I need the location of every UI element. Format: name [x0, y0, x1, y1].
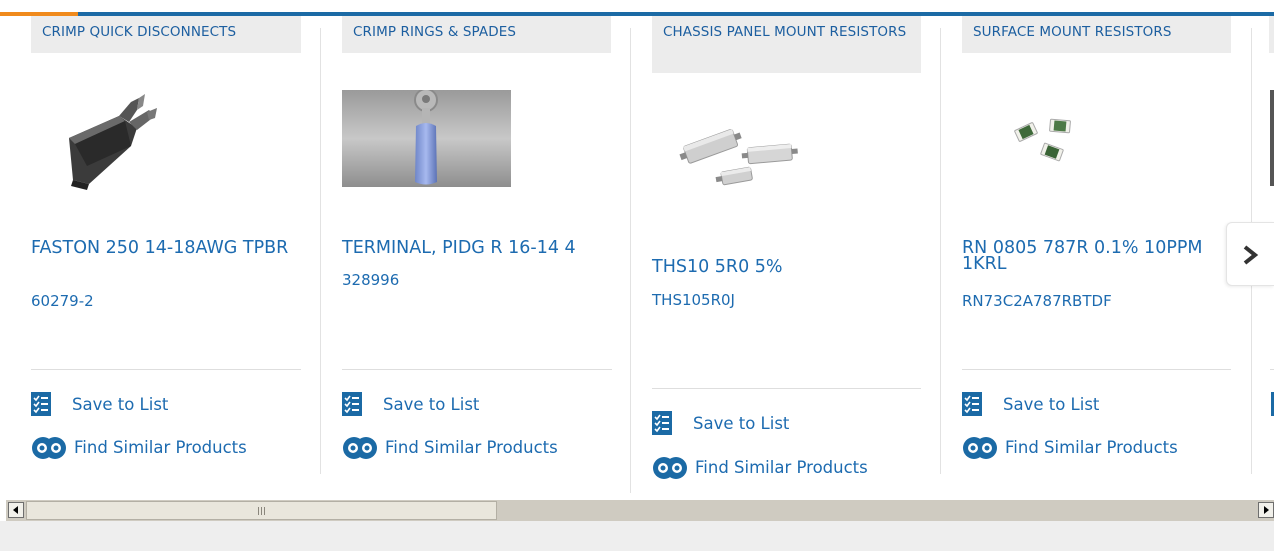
- product-card: SURFACE MOUNT RESISTORS RN 0805 787R 0.1…: [962, 16, 1232, 486]
- page-footer-area: [0, 521, 1274, 551]
- category-label[interactable]: CRIMP RINGS & SPADES: [342, 16, 611, 53]
- find-label: Find Similar Products: [1005, 437, 1178, 457]
- column-divider: [940, 28, 941, 474]
- separator: [962, 369, 1231, 370]
- scroll-thumb[interactable]: [26, 501, 497, 520]
- partial-card-separator: [1270, 369, 1274, 370]
- save-label: Save to List: [1003, 394, 1100, 414]
- save-label: Save to List: [72, 394, 169, 414]
- scroll-left-button[interactable]: [8, 502, 24, 518]
- triangle-left-icon: [13, 506, 18, 514]
- find-label: Find Similar Products: [385, 437, 558, 457]
- find-label: Find Similar Products: [74, 437, 247, 457]
- partial-card-category: [1269, 16, 1274, 53]
- part-number[interactable]: 328996: [342, 272, 399, 288]
- save-to-list-button[interactable]: Save to List: [342, 392, 479, 416]
- part-number[interactable]: THS105R0J: [652, 292, 735, 308]
- save-label: Save to List: [693, 413, 790, 433]
- grip-icon: [258, 507, 265, 515]
- save-to-list-button[interactable]: Save to List: [31, 392, 168, 416]
- binoculars-icon: [32, 437, 66, 459]
- find-label: Find Similar Products: [695, 457, 868, 477]
- save-to-list-button[interactable]: Save to List: [962, 392, 1099, 416]
- smd-resistors-image[interactable]: [1012, 116, 1082, 166]
- separator: [31, 369, 301, 370]
- category-label[interactable]: CHASSIS PANEL MOUNT RESISTORS: [652, 16, 921, 73]
- binoculars-icon: [963, 437, 997, 459]
- product-card: CRIMP QUICK DISCONNECTS FASTON 250 14-18…: [31, 16, 301, 486]
- product-card: CRIMP RINGS & SPADES TERMINAL, PIDG R 16…: [342, 16, 612, 486]
- column-divider: [320, 28, 321, 474]
- chevron-right-icon: [1243, 245, 1259, 265]
- separator: [342, 369, 612, 370]
- product-card: CHASSIS PANEL MOUNT RESISTORS THS10 5R0 …: [652, 16, 922, 496]
- find-similar-products-button[interactable]: Find Similar Products: [962, 434, 1178, 460]
- category-label[interactable]: SURFACE MOUNT RESISTORS: [962, 16, 1231, 53]
- horizontal-scrollbar[interactable]: [6, 500, 1274, 521]
- chassis-resistors-image[interactable]: [674, 116, 800, 196]
- find-similar-products-button[interactable]: Find Similar Products: [652, 454, 868, 480]
- checklist-icon: [652, 411, 672, 435]
- product-title[interactable]: THS10 5R0 5%: [652, 258, 922, 276]
- ring-terminal-image[interactable]: [342, 90, 511, 187]
- binoculars-icon: [653, 457, 687, 479]
- product-title[interactable]: TERMINAL, PIDG R 16-14 4: [342, 239, 612, 257]
- carousel-next-button[interactable]: [1226, 222, 1274, 286]
- category-label[interactable]: CRIMP QUICK DISCONNECTS: [31, 16, 301, 53]
- checklist-icon: [31, 392, 51, 416]
- scroll-right-button[interactable]: [1258, 502, 1274, 518]
- find-similar-products-button[interactable]: Find Similar Products: [31, 434, 247, 460]
- binoculars-icon: [343, 437, 377, 459]
- partial-card-image: [1270, 90, 1274, 186]
- column-divider: [630, 28, 631, 493]
- quick-disconnect-terminal-image[interactable]: [59, 94, 159, 194]
- triangle-right-icon: [1264, 506, 1269, 514]
- save-to-list-button[interactable]: Save to List: [652, 411, 789, 435]
- part-number[interactable]: RN73C2A787RBTDF: [962, 293, 1112, 309]
- separator: [652, 388, 921, 389]
- find-similar-products-button[interactable]: Find Similar Products: [342, 434, 558, 460]
- product-title[interactable]: RN 0805 787R 0.1% 10PPM 1KRL: [962, 239, 1232, 273]
- save-label: Save to List: [383, 394, 480, 414]
- checklist-icon: [962, 392, 982, 416]
- product-title[interactable]: FASTON 250 14-18AWG TPBR: [31, 239, 301, 257]
- part-number[interactable]: 60279-2: [31, 293, 94, 309]
- checklist-icon: [342, 392, 362, 416]
